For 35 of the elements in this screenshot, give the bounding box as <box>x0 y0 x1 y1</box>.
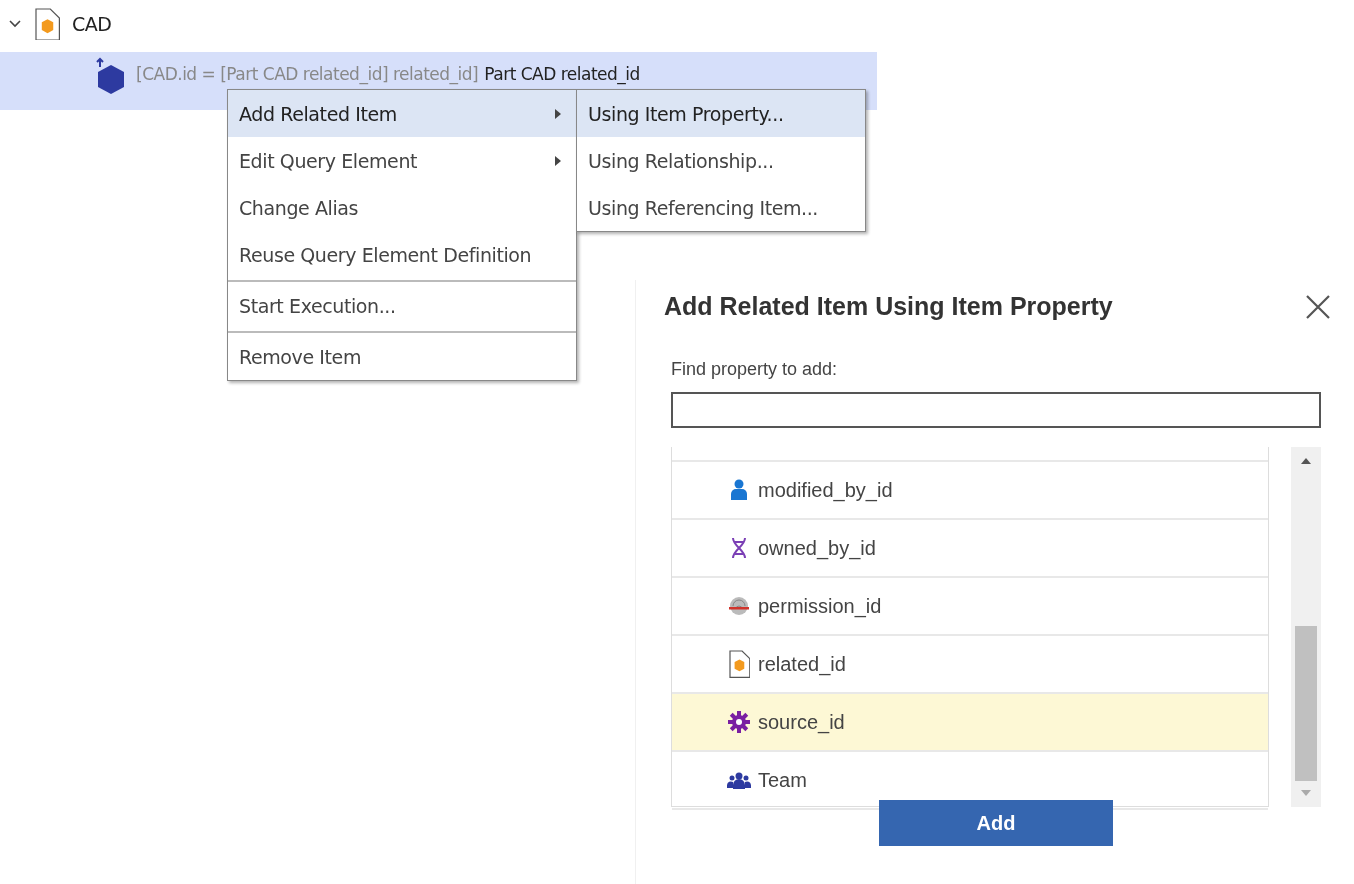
list-item[interactable]: owned_by_id <box>672 520 1268 578</box>
add-button[interactable]: Add <box>879 800 1113 846</box>
dna-icon <box>729 537 749 559</box>
scroll-up-icon <box>1300 457 1312 465</box>
submenu-arrow-icon <box>554 154 562 167</box>
node-label: Part CAD related_id <box>484 64 640 84</box>
menu-item[interactable]: Remove Item <box>228 331 576 380</box>
node-label: CAD <box>72 13 112 35</box>
menu-item[interactable]: Reuse Query Element Definition <box>228 231 576 278</box>
menu-item[interactable]: Add Related Item <box>228 90 576 137</box>
person-icon <box>729 479 749 501</box>
menu-item[interactable]: Using Referencing Item... <box>577 184 865 231</box>
tree-row[interactable]: CAD <box>0 4 877 44</box>
list-item[interactable]: source_id <box>672 694 1268 752</box>
menu-item[interactable]: Using Item Property... <box>577 90 865 137</box>
document-icon <box>728 650 750 678</box>
scroll-down-icon <box>1300 789 1312 797</box>
gear-icon <box>728 711 750 733</box>
team-icon <box>727 771 751 789</box>
close-button[interactable] <box>1304 292 1332 321</box>
list-item[interactable]: modified_by_id <box>672 462 1268 520</box>
dialog-title: Add Related Item Using Item Property <box>664 292 1113 321</box>
fingerprint-icon <box>728 595 750 617</box>
submenu-arrow-icon <box>554 107 562 120</box>
scrollbar[interactable] <box>1291 447 1321 807</box>
menu-item[interactable]: Change Alias <box>228 184 576 231</box>
menu-item[interactable]: Edit Query Element <box>228 137 576 184</box>
document-icon <box>34 7 60 41</box>
menu-item[interactable]: Start Execution... <box>228 280 576 329</box>
scrollbar-thumb[interactable] <box>1295 626 1317 781</box>
field-label: Find property to add: <box>671 359 839 380</box>
search-field[interactable] <box>671 392 1321 428</box>
menu-item[interactable]: Using Relationship... <box>577 137 865 184</box>
node-condition: [CAD.id = [Part CAD related_id] related_id] <box>136 64 479 84</box>
list-item[interactable]: permission_id <box>672 578 1268 636</box>
